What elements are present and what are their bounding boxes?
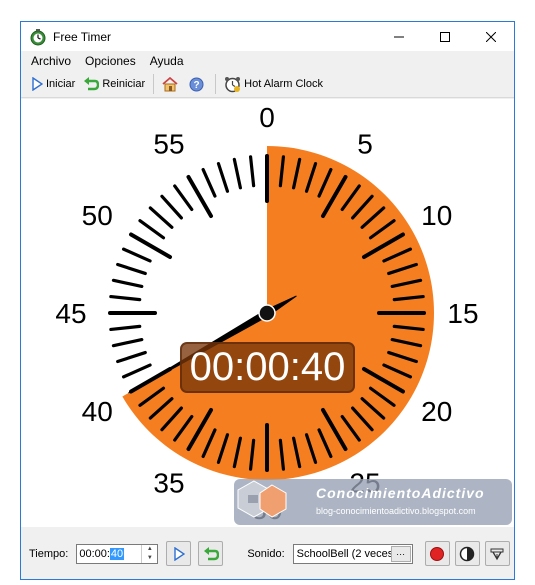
time-spinner[interactable]: ▲ ▼ xyxy=(141,544,157,563)
hot-alarm-clock-button[interactable]: Hot Alarm Clock xyxy=(220,73,327,95)
minimize-button[interactable] xyxy=(376,22,422,51)
maximize-button[interactable] xyxy=(422,22,468,51)
time-label: Tiempo: xyxy=(29,547,69,560)
dial-label: 10 xyxy=(421,200,452,231)
minor-tick xyxy=(109,324,142,332)
reset-button[interactable]: Reiniciar xyxy=(79,73,149,95)
minor-tick xyxy=(148,206,174,229)
minor-tick xyxy=(109,294,142,302)
toolbar-separator xyxy=(215,74,217,94)
help-icon: ? xyxy=(189,77,204,91)
minor-tick xyxy=(138,219,166,240)
dial-label: 40 xyxy=(82,396,113,427)
minor-tick xyxy=(160,194,183,220)
menu-archivo[interactable]: Archivo xyxy=(25,54,79,68)
digital-time-display: 00:00:40 xyxy=(180,342,355,393)
watermark-url: blog-conocimientoadictivo.blogspot.com xyxy=(316,506,476,516)
start-timer-button[interactable] xyxy=(166,541,192,566)
sound-label: Sonido: xyxy=(247,547,285,560)
watermark-logo-icon xyxy=(237,480,287,518)
minor-tick xyxy=(201,167,217,198)
reset-icon xyxy=(84,77,100,91)
menu-ayuda[interactable]: Ayuda xyxy=(144,54,192,68)
start-button[interactable]: Iniciar xyxy=(27,73,79,95)
start-label: Iniciar xyxy=(46,78,76,90)
minor-tick xyxy=(216,162,230,193)
minor-tick xyxy=(173,184,194,212)
tray-icon xyxy=(490,548,504,560)
time-input-selected: 40 xyxy=(109,547,125,560)
dial-label: 35 xyxy=(153,468,184,499)
minor-tick xyxy=(111,278,144,288)
close-button[interactable] xyxy=(468,22,514,51)
dial-label: 20 xyxy=(421,396,452,427)
spinner-up-icon[interactable]: ▲ xyxy=(142,545,157,554)
hand-pivot xyxy=(258,304,276,322)
record-button[interactable] xyxy=(424,541,450,566)
toolbar-separator xyxy=(153,74,155,94)
minor-tick xyxy=(121,247,152,263)
minor-tick xyxy=(248,155,256,188)
hot-alarm-clock-label: Hot Alarm Clock xyxy=(244,78,323,90)
reset-label: Reiniciar xyxy=(102,78,146,90)
minor-tick xyxy=(232,157,242,190)
menu-bar: Archivo Opciones Ayuda xyxy=(21,51,514,71)
reset-icon xyxy=(203,546,219,560)
dial-label: 15 xyxy=(447,298,478,329)
dial-label: 5 xyxy=(357,128,373,159)
minor-tick xyxy=(116,350,147,364)
home-icon xyxy=(162,76,178,92)
help-button[interactable]: ? xyxy=(185,73,211,95)
dial-label: 0 xyxy=(259,102,275,133)
app-window: Free Timer Archivo Opciones Ayuda Inicia… xyxy=(20,21,515,580)
timer-dial-area: 0510152025303540455055 00:00:40 Conocimi… xyxy=(21,99,514,527)
timer-icon xyxy=(30,28,46,45)
dial-label: 45 xyxy=(55,298,86,329)
sound-field[interactable]: SchoolBell (2 veces) ··· xyxy=(292,543,413,564)
home-button[interactable] xyxy=(158,73,185,95)
watermark-title: ConocimientoAdictivo xyxy=(316,485,485,501)
contrast-button[interactable] xyxy=(454,541,480,566)
minor-tick xyxy=(121,363,152,379)
sound-browse-button[interactable]: ··· xyxy=(390,545,411,562)
dial-label: 50 xyxy=(82,200,113,231)
svg-text:?: ? xyxy=(194,80,200,91)
toolbar: Iniciar Reiniciar ? Hot Alarm Clock xyxy=(21,71,514,98)
contrast-icon xyxy=(459,546,475,561)
window-title: Free Timer xyxy=(53,29,112,44)
menu-opciones[interactable]: Opciones xyxy=(79,54,144,68)
watermark: ConocimientoAdictivo blog-conocimientoad… xyxy=(234,479,512,525)
play-icon xyxy=(32,77,43,91)
time-input[interactable]: 00:00: 40 ▲ ▼ xyxy=(76,543,159,564)
tray-button[interactable] xyxy=(484,541,510,566)
sound-value: SchoolBell (2 veces) xyxy=(296,547,397,560)
title-bar: Free Timer xyxy=(21,22,514,51)
minor-tick xyxy=(116,262,147,276)
record-icon xyxy=(430,546,445,561)
time-input-prefix: 00:00: xyxy=(79,547,110,560)
bottom-bar: Tiempo: 00:00: 40 ▲ ▼ Sonido: SchoolBell … xyxy=(21,528,514,579)
reset-timer-button[interactable] xyxy=(198,541,224,566)
spinner-down-icon[interactable]: ▼ xyxy=(142,554,157,563)
alarm-clock-icon xyxy=(225,76,241,92)
dial-label: 55 xyxy=(153,128,184,159)
timer-dial[interactable]: 0510152025303540455055 xyxy=(21,99,514,527)
minor-tick xyxy=(111,338,144,348)
play-icon xyxy=(174,546,185,561)
